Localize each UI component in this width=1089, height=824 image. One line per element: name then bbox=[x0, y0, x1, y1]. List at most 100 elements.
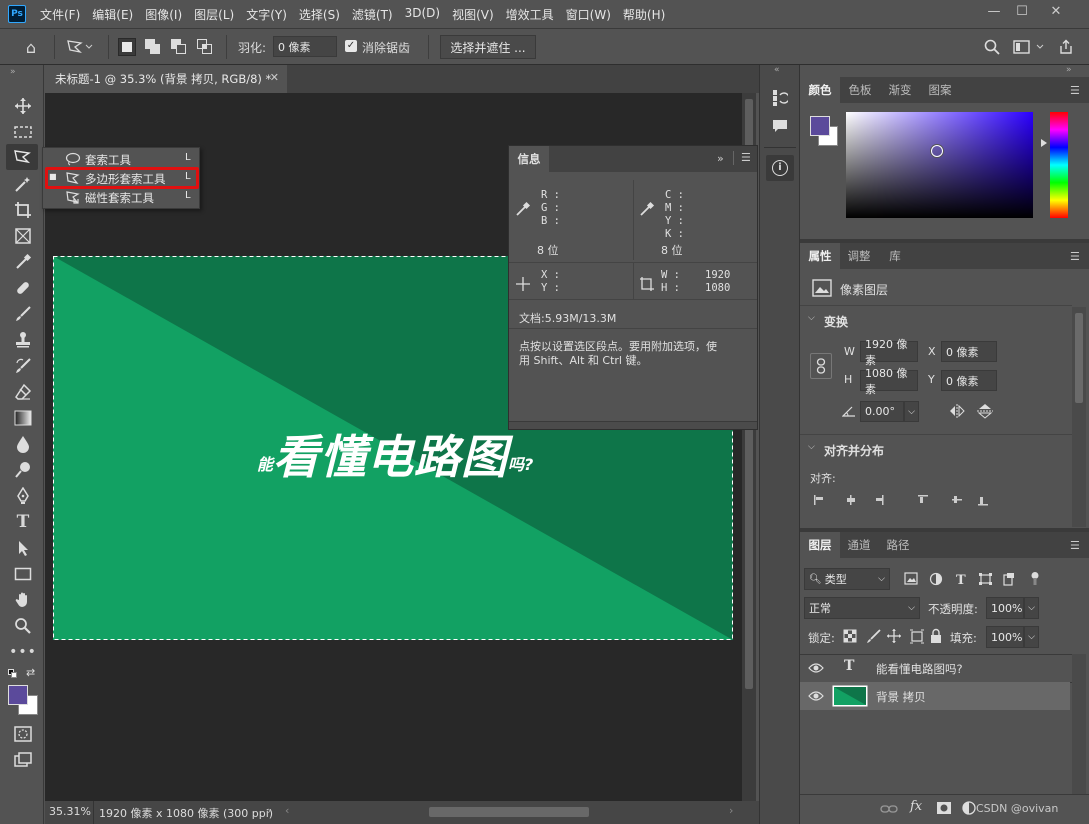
history-brush-tool-icon[interactable] bbox=[10, 355, 36, 377]
pen-tool-icon[interactable] bbox=[10, 485, 36, 507]
gradient-tool-icon[interactable] bbox=[10, 407, 36, 429]
status-menu-icon[interactable]: › bbox=[267, 804, 271, 817]
dock-collapse-icon[interactable]: » bbox=[1066, 65, 1072, 75]
history-panel-icon[interactable] bbox=[768, 87, 792, 109]
search-icon[interactable] bbox=[982, 37, 1002, 57]
prop-angle-dropdown-icon[interactable]: ⌵ bbox=[904, 401, 919, 422]
maximize-icon[interactable]: ☐ bbox=[1006, 0, 1038, 22]
crop-tool-icon[interactable] bbox=[10, 199, 36, 221]
healing-brush-tool-icon[interactable] bbox=[10, 277, 36, 299]
hue-slider[interactable] bbox=[1050, 112, 1068, 218]
close-document-icon[interactable]: ✕ bbox=[270, 71, 279, 84]
flyout-item-magnetic-lasso[interactable]: 磁性套索工具 L bbox=[43, 188, 199, 207]
share-icon[interactable] bbox=[1054, 37, 1078, 57]
add-selection-icon[interactable] bbox=[144, 38, 162, 56]
type-tool-icon[interactable]: T bbox=[10, 511, 36, 533]
tab-channels[interactable]: 通道 bbox=[840, 532, 878, 558]
lock-options-icons[interactable] bbox=[842, 628, 942, 644]
prop-angle-input[interactable]: 0.00° bbox=[860, 401, 904, 422]
align-buttons-icon[interactable] bbox=[812, 493, 992, 507]
opacity-dropdown-icon[interactable]: ⌵ bbox=[1024, 597, 1039, 619]
info-resize-handle[interactable] bbox=[509, 421, 757, 429]
layer-filter-type-icons[interactable]: T bbox=[904, 572, 1044, 586]
polygonal-lasso-preset-icon[interactable] bbox=[62, 36, 96, 58]
collapse-toolbar-icon[interactable]: » bbox=[10, 67, 16, 77]
tab-patterns[interactable]: 图案 bbox=[920, 77, 960, 103]
menu-item-0[interactable]: 文件(F) bbox=[34, 6, 86, 23]
blur-tool-icon[interactable] bbox=[10, 433, 36, 455]
blend-mode-dropdown[interactable]: 正常 ⌵ bbox=[804, 597, 920, 619]
flyout-item-polygonal-lasso[interactable]: ■ 多边形套索工具 L bbox=[43, 167, 199, 189]
menu-item-11[interactable]: 帮助(H) bbox=[617, 6, 671, 23]
subtract-selection-icon[interactable] bbox=[170, 38, 188, 56]
opacity-input[interactable]: 100% bbox=[986, 597, 1024, 619]
visibility-eye-icon[interactable] bbox=[808, 690, 824, 702]
document-tab[interactable]: 未标题-1 @ 35.3% (背景 拷贝, RGB/8) * ✕ bbox=[45, 65, 287, 93]
select-and-mask-button[interactable]: 选择并遮住 ... bbox=[440, 35, 536, 59]
menu-item-1[interactable]: 编辑(E) bbox=[86, 6, 139, 23]
tab-adjustments[interactable]: 调整 bbox=[840, 243, 878, 269]
rectangle-tool-icon[interactable] bbox=[10, 563, 36, 585]
link-dimensions-icon[interactable] bbox=[810, 353, 832, 379]
close-icon[interactable]: ✕ bbox=[1040, 0, 1072, 22]
info-menu-icon[interactable]: ☰ bbox=[741, 151, 751, 164]
color-panel-menu-icon[interactable]: ☰ bbox=[1070, 84, 1082, 97]
properties-scrollbar[interactable] bbox=[1072, 307, 1086, 527]
tab-properties[interactable]: 属性 bbox=[800, 243, 840, 269]
comments-panel-icon[interactable] bbox=[768, 115, 792, 137]
transform-chevron-icon[interactable]: ⌵ bbox=[808, 313, 815, 323]
visibility-eye-icon[interactable] bbox=[808, 662, 824, 674]
magic-wand-tool-icon[interactable] bbox=[10, 173, 36, 195]
menu-item-2[interactable]: 图像(I) bbox=[139, 6, 188, 23]
layers-scrollbar[interactable] bbox=[1072, 654, 1086, 794]
flip-vertical-icon[interactable] bbox=[976, 403, 994, 419]
strip-collapse-icon[interactable]: « bbox=[774, 65, 780, 75]
add-mask-icon[interactable] bbox=[936, 801, 952, 815]
hand-tool-icon[interactable] bbox=[10, 589, 36, 611]
tab-libraries[interactable]: 库 bbox=[878, 243, 912, 269]
tab-paths[interactable]: 路径 bbox=[878, 532, 918, 558]
path-selection-tool-icon[interactable] bbox=[10, 537, 36, 559]
home-icon[interactable]: ⌂ bbox=[18, 36, 44, 58]
hue-slider-marker-icon[interactable] bbox=[1041, 139, 1047, 147]
horizontal-scroll-thumb[interactable] bbox=[429, 807, 589, 817]
hscroll-left-icon[interactable]: ‹ bbox=[285, 804, 289, 817]
brush-tool-icon[interactable] bbox=[10, 303, 36, 325]
feather-input[interactable]: 0 像素 bbox=[273, 36, 337, 57]
layer-row-background-copy[interactable]: 背景 拷贝 bbox=[800, 682, 1070, 710]
screen-mode-icon[interactable] bbox=[10, 749, 36, 771]
clone-stamp-tool-icon[interactable] bbox=[10, 329, 36, 351]
menu-item-9[interactable]: 增效工具 bbox=[500, 6, 560, 23]
eyedropper-tool-icon[interactable] bbox=[10, 251, 36, 273]
tab-layers[interactable]: 图层 bbox=[800, 532, 840, 558]
intersect-selection-icon[interactable] bbox=[196, 38, 214, 56]
adjustment-layer-icon[interactable] bbox=[962, 801, 976, 815]
zoom-tool-icon[interactable] bbox=[10, 615, 36, 637]
layers-panel-menu-icon[interactable]: ☰ bbox=[1070, 539, 1082, 552]
color-fg-swatch[interactable] bbox=[810, 116, 830, 136]
foreground-color-swatch[interactable] bbox=[8, 685, 28, 705]
menu-item-4[interactable]: 文字(Y) bbox=[240, 6, 293, 23]
quick-mask-icon[interactable] bbox=[10, 723, 36, 745]
menu-item-8[interactable]: 视图(V) bbox=[446, 6, 500, 23]
color-field[interactable] bbox=[846, 112, 1033, 218]
antialias-checkbox[interactable]: ✓ bbox=[345, 40, 357, 52]
info-tab[interactable]: 信息 bbox=[509, 146, 549, 172]
polygonal-lasso-tool-icon[interactable] bbox=[10, 146, 36, 168]
flip-horizontal-icon[interactable] bbox=[948, 403, 966, 419]
link-layers-icon[interactable] bbox=[880, 803, 898, 815]
menu-item-6[interactable]: 滤镜(T) bbox=[346, 6, 399, 23]
swap-colors-icon[interactable]: ⇄ bbox=[26, 666, 35, 679]
properties-scroll-thumb[interactable] bbox=[1075, 313, 1083, 403]
menu-item-5[interactable]: 选择(S) bbox=[293, 6, 346, 23]
marquee-tool-icon[interactable] bbox=[10, 121, 36, 143]
prop-x-input[interactable]: 0 像素 bbox=[941, 341, 997, 362]
align-chevron-icon[interactable]: ⌵ bbox=[808, 442, 815, 452]
more-tools-icon[interactable]: ••• bbox=[9, 641, 36, 663]
prop-h-input[interactable]: 1080 像素 bbox=[860, 367, 918, 396]
layer-filter-dropdown[interactable]: 🔍︎ 类型 ⌵ bbox=[804, 568, 890, 590]
layer-row-text[interactable]: T 能看懂电路图吗? bbox=[800, 654, 1070, 682]
dodge-tool-icon[interactable] bbox=[10, 459, 36, 481]
zoom-level[interactable]: 35.31% bbox=[49, 805, 91, 818]
info-expand-icon[interactable]: » bbox=[717, 152, 724, 165]
